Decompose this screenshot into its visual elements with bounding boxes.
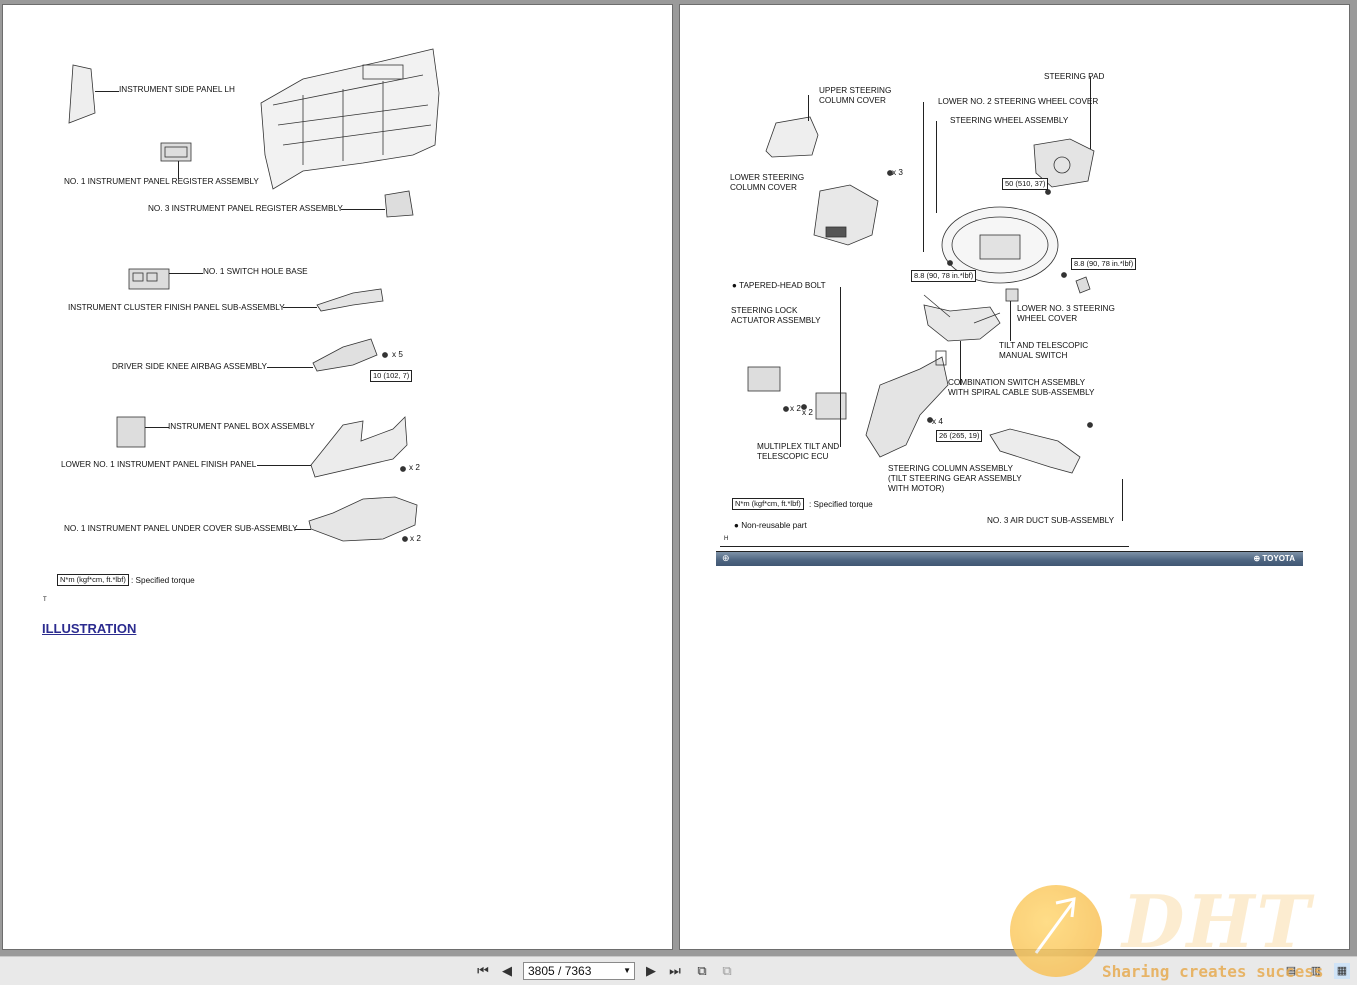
knee-torque-label: 10 (102, 7) [370, 370, 413, 382]
page-indicator-text: 3805 / 7363 [528, 964, 592, 978]
last-page-icon[interactable]: ⏭ [667, 963, 683, 979]
lower-no3-cover-label: LOWER NO. 3 STEERING WHEEL COVER [1017, 304, 1115, 323]
viewer-toolbar: ⏮ ◀ 3805 / 7363 ▼ ▶ ⏭ ⧉ ⧉ ▤ ▥ ▦ [0, 956, 1357, 985]
right-document-page: STEERING PAD UPPER STEERING COLUMN COVER… [679, 4, 1350, 950]
torque-legend-box-right: N*m (kgf*cm, ft.*lbf) [732, 498, 804, 510]
chevron-down-icon: ▼ [623, 966, 631, 975]
under-cover-label: NO. 1 INSTRUMENT PANEL UNDER COVER SUB-A… [64, 524, 298, 533]
under-count-label: x 2 [410, 534, 421, 543]
knee-count-label: x 5 [392, 350, 403, 359]
upper-count-label: x 3 [892, 168, 903, 177]
toyota-word: TOYOTA [1262, 554, 1295, 563]
instrument-side-panel-label: INSTRUMENT SIDE PANEL LH [119, 85, 235, 94]
multiplex-ecu-label: MULTIPLEX TILT AND TELESCOPIC ECU [757, 442, 840, 461]
steering-pad-label: STEERING PAD [1044, 72, 1105, 81]
register1-label: NO. 1 INSTRUMENT PANEL REGISTER ASSEMBLY [64, 177, 259, 186]
page-mark-right: H [724, 536, 729, 542]
torque-legend-text-right: : Specified torque [809, 500, 873, 509]
single-page-view-icon[interactable]: ▤ [1283, 963, 1299, 979]
bolt-count-label: x 2 [790, 404, 801, 413]
continuous-view-icon[interactable]: ▥ [1308, 963, 1324, 979]
toyota-footer-bar: ⊕ ⊕ TOYOTA [716, 551, 1303, 566]
next-page-icon[interactable]: ▶ [643, 963, 659, 979]
lock-actuator-label: STEERING LOCK ACTUATOR ASSEMBLY [731, 306, 821, 325]
left-document-page: INSTRUMENT SIDE PANEL LH NO. 1 INSTRUMEN… [2, 4, 673, 950]
register3-label: NO. 3 INSTRUMENT PANEL REGISTER ASSEMBLY [148, 204, 343, 213]
facing-view-icon[interactable]: ▦ [1334, 963, 1350, 979]
steering-wheel-assembly-label: STEERING WHEEL ASSEMBLY [950, 116, 1069, 125]
toyota-emblem-icon: ⊕ [722, 553, 730, 563]
torque-legend-text: : Specified torque [131, 576, 195, 585]
upper-column-cover-label: UPPER STEERING COLUMN COVER [819, 86, 892, 105]
lower-no2-cover-label: LOWER NO. 2 STEERING WHEEL COVER [938, 97, 1099, 106]
torque-legend-box: N*m (kgf*cm, ft.*lbf) [57, 574, 129, 586]
fit-page-icon[interactable]: ⧉ [694, 963, 710, 979]
nonreusable-text: Non-reusable part [741, 521, 807, 530]
combination-switch-label: COMBINATION SWITCH ASSEMBLY WITH SPIRAL … [948, 378, 1095, 397]
tapered-bolt-text: TAPERED-HEAD BOLT [739, 281, 826, 290]
lower-column-cover-label: LOWER STEERING COLUMN COVER [730, 173, 805, 192]
column-torque-label: 26 (265, 19) [936, 430, 983, 442]
toyota-footer-text: ⊕ TOYOTA [1253, 554, 1295, 563]
tilt-switch-label: TILT AND TELESCOPIC MANUAL SWITCH [999, 341, 1089, 360]
page-mark: T [43, 597, 47, 603]
wheel-torque-left-label: 8.8 (90, 78 in.*lbf) [911, 270, 977, 282]
column-count-label: x 4 [932, 417, 943, 426]
steering-column-label: STEERING COLUMN ASSEMBLY (TILT STEERING … [888, 464, 1022, 493]
switch-hole-base-label: NO. 1 SWITCH HOLE BASE [203, 267, 308, 276]
air-duct-label: NO. 3 AIR DUCT SUB-ASSEMBLY [987, 516, 1115, 525]
fit-width-icon[interactable]: ⧉ [719, 963, 735, 979]
lower-count-label: x 2 [409, 463, 420, 472]
prev-page-icon[interactable]: ◀ [499, 963, 515, 979]
first-page-icon[interactable]: ⏮ [475, 963, 491, 979]
nonreusable-label: ● Non-reusable part [734, 521, 807, 530]
lower-finish-panel-label: LOWER NO. 1 INSTRUMENT PANEL FINISH PANE… [61, 460, 257, 469]
illustration-link[interactable]: ILLUSTRATION [42, 621, 136, 636]
panel-box-label: INSTRUMENT PANEL BOX ASSEMBLY [168, 422, 315, 431]
dashboard-illustration [68, 48, 440, 542]
page-number-select[interactable]: 3805 / 7363 ▼ [523, 962, 635, 980]
wheel-torque-right-label: 8.8 (90, 78 in.*lbf) [1071, 258, 1137, 270]
bolt-count2-label: x 2 [802, 408, 813, 417]
knee-airbag-label: DRIVER SIDE KNEE AIRBAG ASSEMBLY [112, 362, 268, 371]
pad-torque-label: 50 (510, 37) [1002, 178, 1049, 190]
cluster-finish-panel-label: INSTRUMENT CLUSTER FINISH PANEL SUB-ASSE… [68, 303, 285, 312]
tapered-bolt-label: ● TAPERED-HEAD BOLT [732, 281, 826, 290]
